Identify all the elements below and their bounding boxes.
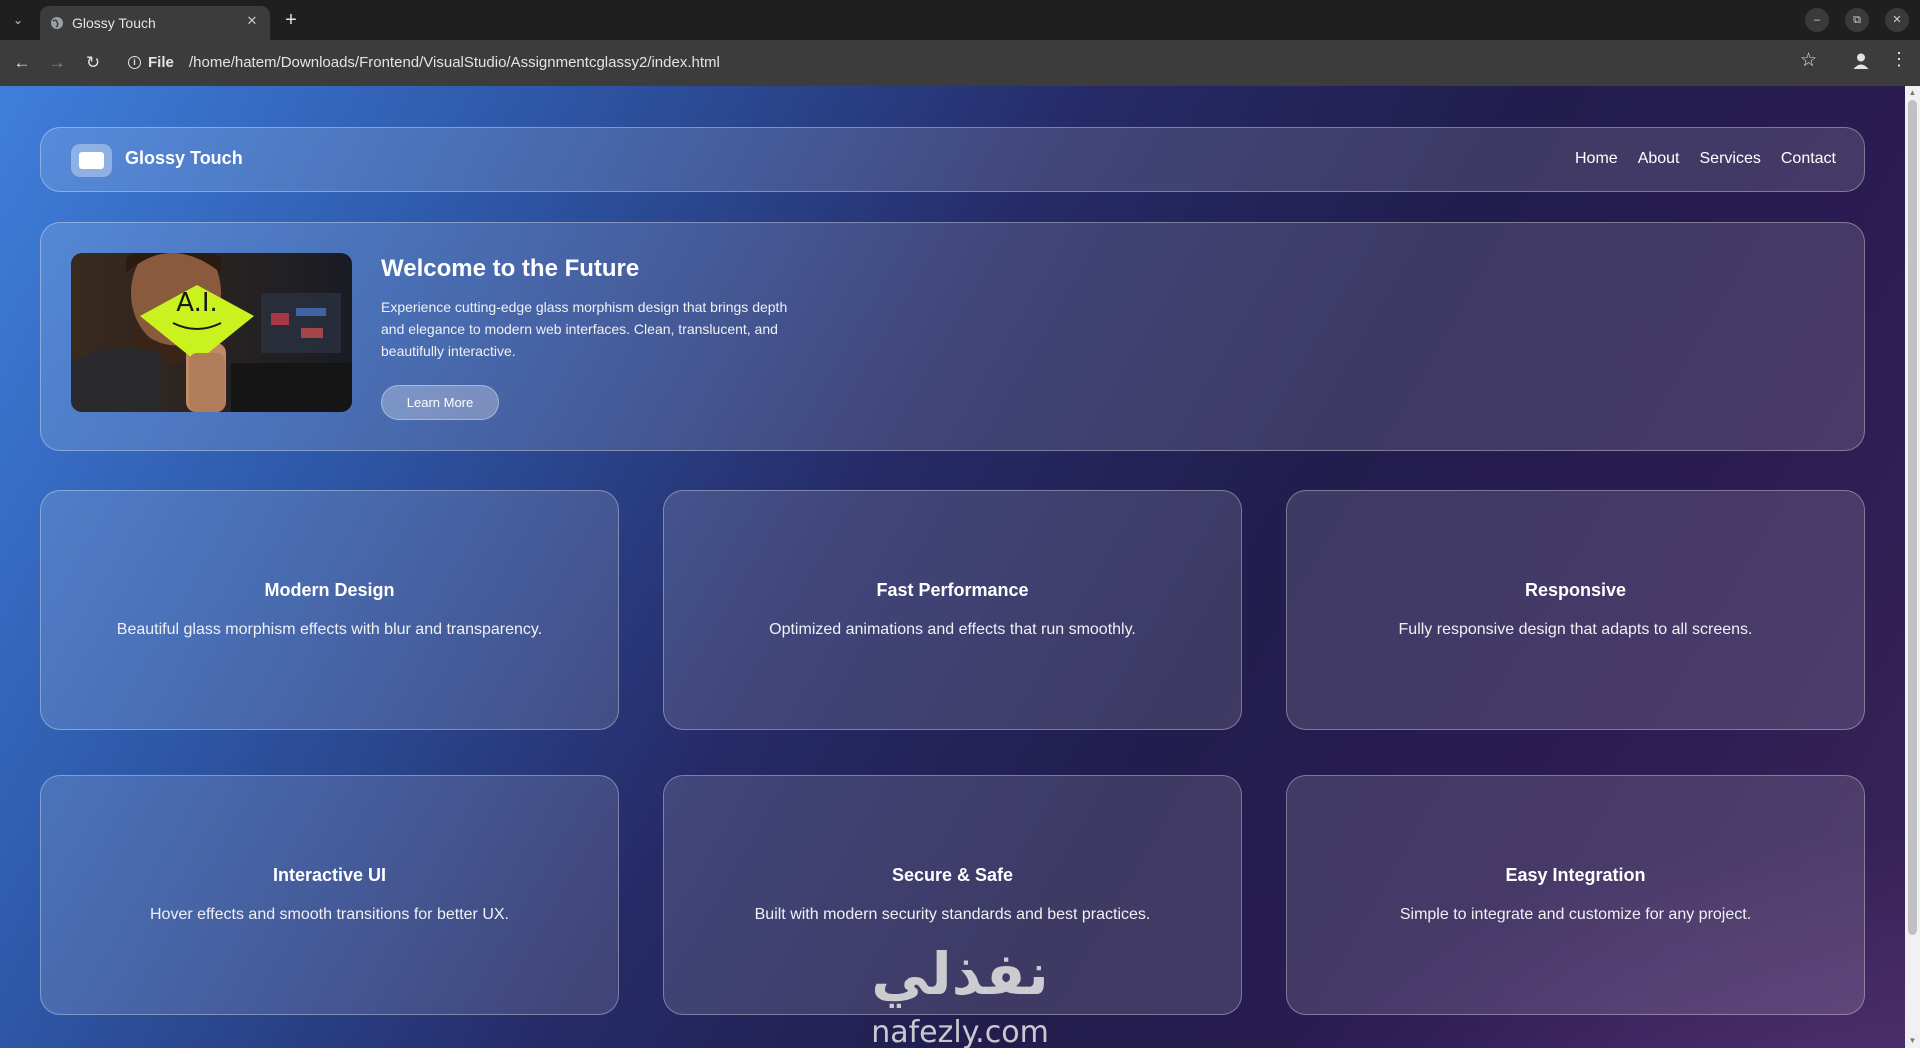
minimize-icon[interactable]: –: [1805, 8, 1829, 32]
feature-card[interactable]: Fast Performance Optimized animations an…: [663, 490, 1242, 730]
feature-card[interactable]: Modern Design Beautiful glass morphism e…: [40, 490, 619, 730]
feature-card-text: Built with modern security standards and…: [754, 906, 1151, 923]
page-viewport: Glossy Touch Home About Services Contact: [0, 86, 1905, 1048]
learn-more-button[interactable]: Learn More: [381, 385, 499, 420]
feature-card-title: Easy Integration: [1505, 865, 1646, 885]
hero-image-sign-text: A.I.: [176, 288, 218, 318]
feature-card-text: Hover effects and smooth transitions for…: [150, 906, 509, 923]
nav-link-services[interactable]: Services: [1700, 150, 1761, 168]
info-icon[interactable]: i: [128, 56, 141, 69]
nafezly-watermark-logo: نفذلي nafezly.com: [871, 940, 1049, 1048]
nav-link-home[interactable]: Home: [1575, 150, 1618, 168]
tab-close-icon[interactable]: ✕: [242, 11, 262, 31]
new-tab-button[interactable]: +: [278, 8, 304, 32]
browser-tab-bar: ⌄ Glossy Touch ✕ + – ⧉ ✕: [0, 0, 1920, 40]
scrollbar-thumb[interactable]: [1908, 100, 1917, 935]
nav-link-contact[interactable]: Contact: [1781, 150, 1836, 168]
watermark-arabic-text: نفذلي: [871, 940, 1048, 1008]
bookmark-star-icon[interactable]: ☆: [1800, 49, 1817, 72]
restore-icon[interactable]: ⧉: [1845, 8, 1869, 32]
watermark-latin-text: nafezly.com: [871, 1015, 1049, 1048]
scroll-down-arrow-icon[interactable]: ▼: [1905, 1034, 1920, 1048]
close-window-icon[interactable]: ✕: [1885, 8, 1909, 32]
feature-card-title: Modern Design: [264, 580, 395, 600]
nav-links: Home About Services Contact: [1575, 150, 1836, 168]
feature-card-text: Simple to integrate and customize for an…: [1399, 906, 1752, 923]
feature-card-title: Fast Performance: [876, 580, 1029, 600]
tab-search-chevron-icon[interactable]: ⌄: [6, 8, 30, 32]
page-scrollbar[interactable]: ▲ ▼: [1905, 86, 1920, 1048]
nav-link-about[interactable]: About: [1638, 150, 1680, 168]
feature-card-title: Interactive UI: [272, 865, 387, 885]
browser-tab[interactable]: Glossy Touch ✕: [40, 6, 270, 40]
reload-icon[interactable]: ↻: [79, 49, 107, 77]
address-bar[interactable]: i File /home/hatem/Downloads/Frontend/Vi…: [118, 45, 1808, 81]
hero-description: Experience cutting-edge glass morphism d…: [381, 299, 788, 359]
profile-icon[interactable]: [1850, 50, 1872, 72]
logo-icon[interactable]: [71, 144, 112, 177]
feature-card-text: Fully responsive design that adapts to a…: [1398, 621, 1753, 638]
site-navbar: Glossy Touch Home About Services Contact: [40, 127, 1865, 192]
browser-menu-icon[interactable]: ⋮: [1890, 49, 1908, 70]
back-arrow-icon[interactable]: ←: [8, 49, 36, 77]
feature-card[interactable]: Easy Integration Simple to integrate and…: [1286, 775, 1865, 1015]
feature-card[interactable]: Interactive UI Hover effects and smooth …: [40, 775, 619, 1015]
scroll-up-arrow-icon[interactable]: ▲: [1905, 86, 1920, 100]
feature-card-text: Beautiful glass morphism effects with bl…: [116, 621, 543, 638]
tab-title: Glossy Touch: [72, 15, 156, 31]
hero-image: A.I.: [71, 253, 352, 412]
feature-card-title: Secure & Safe: [891, 865, 1014, 885]
forward-arrow-icon[interactable]: →: [43, 49, 71, 77]
hero-title: Welcome to the Future: [381, 255, 640, 282]
hero-section: A.I. Welcome to the Future Experience cu…: [40, 222, 1865, 451]
address-scheme: File: [148, 54, 174, 71]
browser-toolbar: ← → ↻ i File /home/hatem/Downloads/Front…: [0, 40, 1920, 86]
feature-card-title: Responsive: [1524, 580, 1627, 600]
feature-card-text: Optimized animations and effects that ru…: [769, 621, 1136, 638]
address-url[interactable]: /home/hatem/Downloads/Frontend/VisualStu…: [189, 54, 720, 71]
brand-name[interactable]: Glossy Touch: [125, 148, 243, 169]
globe-icon: [51, 17, 63, 29]
feature-card[interactable]: Responsive Fully responsive design that …: [1286, 490, 1865, 730]
